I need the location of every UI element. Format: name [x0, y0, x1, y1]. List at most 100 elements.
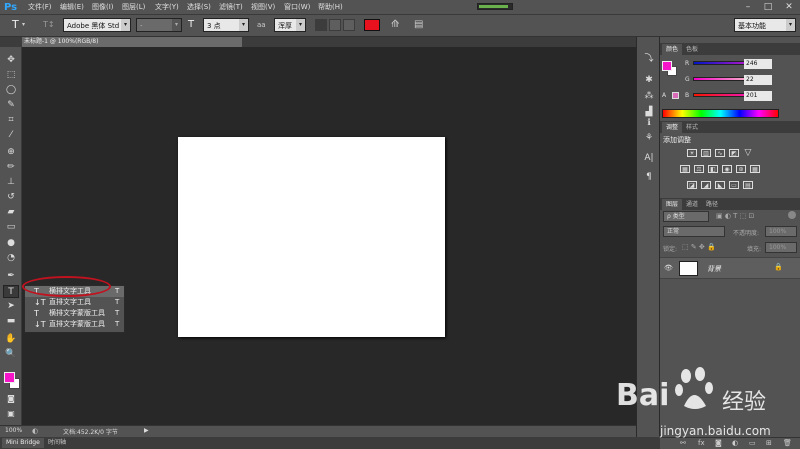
align-right-icon[interactable]	[343, 19, 355, 31]
tab-paths[interactable]: 路径	[702, 199, 722, 210]
align-left-icon[interactable]	[315, 19, 327, 31]
opacity-field[interactable]: 100%	[765, 226, 797, 237]
brush-presets-icon[interactable]: ⁂	[641, 90, 657, 103]
brush-tool-icon[interactable]: ✏	[3, 161, 19, 174]
tab-styles[interactable]: 样式	[682, 122, 702, 133]
menu-layer[interactable]: 图层(L)	[122, 0, 145, 15]
menu-image[interactable]: 图像(I)	[92, 0, 114, 15]
font-family-select[interactable]: Adobe 黑体 Std ▾	[63, 18, 131, 32]
text-color-swatch[interactable]	[364, 19, 380, 31]
tab-adjustments[interactable]: 调整	[662, 122, 683, 133]
selective-color-icon[interactable]: ▭	[729, 181, 739, 189]
blue-value-field[interactable]: 201	[744, 91, 772, 101]
gradient-tool-icon[interactable]: ▭	[3, 221, 19, 234]
hue-saturation-icon[interactable]: ▦	[680, 165, 690, 173]
brush-settings-icon[interactable]: ✱	[641, 74, 657, 87]
blend-mode-select[interactable]: 正常	[663, 226, 725, 237]
paragraph-icon[interactable]: ¶	[641, 171, 657, 184]
foreground-color-swatch[interactable]	[4, 372, 15, 383]
character-panel-icon[interactable]: ▤	[414, 18, 423, 32]
font-style-select[interactable]: - ▾	[136, 18, 182, 32]
tab-layers[interactable]: 图层	[662, 199, 683, 210]
chevron-down-icon[interactable]: ▾	[22, 18, 25, 32]
status-menu-arrow-icon[interactable]: ▶	[144, 427, 149, 434]
character-icon[interactable]: A|	[641, 152, 657, 165]
align-center-icon[interactable]	[329, 19, 341, 31]
type-tool-preset-icon[interactable]: T	[12, 18, 19, 32]
lasso-tool-icon[interactable]: ◯	[3, 84, 19, 97]
hand-tool-icon[interactable]: ✋	[3, 333, 19, 346]
lock-icons[interactable]: ⬚ ✎ ✥ 🔒	[682, 243, 716, 251]
minimize-icon[interactable]: –	[738, 0, 758, 15]
restore-icon[interactable]: □	[758, 0, 778, 15]
black-white-icon[interactable]: ◧	[708, 165, 718, 173]
tab-color[interactable]: 颜色	[662, 44, 683, 55]
flyout-item-vertical-type-mask[interactable]: ↓T 直排文字蒙版工具 T	[25, 319, 124, 330]
menu-type[interactable]: 文字(Y)	[155, 0, 179, 15]
exposure-icon[interactable]: ◩	[729, 149, 739, 157]
menu-edit[interactable]: 编辑(E)	[60, 0, 84, 15]
menu-select[interactable]: 选择(S)	[187, 0, 211, 15]
threshold-icon[interactable]: ◣	[715, 181, 725, 189]
red-value-field[interactable]: 246	[744, 59, 772, 69]
warp-text-icon[interactable]: ⟰	[391, 18, 399, 32]
flyout-item-vertical-type[interactable]: ↓T 直排文字工具 T	[25, 297, 124, 308]
menu-view[interactable]: 视图(V)	[251, 0, 275, 15]
zoom-level[interactable]: 100%	[5, 427, 22, 434]
history-icon[interactable]: ⤵	[641, 53, 657, 66]
menu-filter[interactable]: 滤镜(T)	[219, 0, 243, 15]
blur-tool-icon[interactable]: ●	[3, 237, 19, 250]
photo-filter-icon[interactable]: ◉	[722, 165, 732, 173]
screen-mode-icon[interactable]: ▣	[3, 407, 19, 420]
color-panel-foreground-swatch[interactable]	[662, 61, 672, 71]
clone-source-icon[interactable]: ⚘	[641, 132, 657, 145]
layer-filter-select[interactable]: ρ 类型	[663, 211, 709, 222]
vibrance-icon[interactable]: ▽	[743, 149, 753, 158]
levels-icon[interactable]: ▥	[701, 149, 711, 157]
document-canvas[interactable]	[178, 137, 445, 337]
quick-mask-icon[interactable]: ◙	[3, 392, 19, 405]
eraser-tool-icon[interactable]: ▰	[3, 206, 19, 219]
eyedropper-tool-icon[interactable]: ⁄	[3, 129, 19, 142]
gradient-map-icon[interactable]: ▤	[743, 181, 753, 189]
quick-select-tool-icon[interactable]: ✎	[3, 99, 19, 112]
visibility-eye-icon[interactable]: 👁	[664, 264, 673, 272]
green-value-field[interactable]: 22	[744, 75, 772, 85]
pen-tool-icon[interactable]: ✒	[3, 270, 19, 283]
info-icon[interactable]: ℹ	[641, 117, 657, 130]
text-orientation-icon[interactable]: T↕	[43, 18, 55, 32]
color-spectrum-ramp[interactable]	[662, 109, 779, 118]
tab-swatches[interactable]: 色板	[682, 44, 702, 55]
close-icon[interactable]: ✕	[779, 0, 799, 15]
path-selection-tool-icon[interactable]: ➤	[3, 300, 19, 313]
menu-help[interactable]: 帮助(H)	[318, 0, 343, 15]
antialias-select[interactable]: 浑厚 ▾	[274, 18, 306, 32]
tab-mini-bridge[interactable]: Mini Bridge	[2, 438, 44, 448]
layer-row-background[interactable]: 👁 背景 🔒	[660, 257, 800, 279]
fill-field[interactable]: 100%	[765, 242, 797, 253]
healing-brush-tool-icon[interactable]: ⊕	[3, 146, 19, 159]
brightness-contrast-icon[interactable]: ☀	[687, 149, 697, 157]
font-size-select[interactable]: 3 点 ▾	[203, 18, 249, 32]
channel-mixer-icon[interactable]: ⊛	[736, 165, 746, 173]
layer-filter-icons[interactable]: ▣ ◐ T ⬚ ⊡	[716, 212, 754, 220]
flyout-item-horizontal-type-mask[interactable]: T 横排文字蒙版工具 T	[25, 308, 124, 319]
menu-window[interactable]: 窗口(W)	[284, 0, 310, 15]
move-tool-icon[interactable]: ✥	[3, 54, 19, 67]
filter-toggle-icon[interactable]	[788, 211, 796, 219]
clone-stamp-tool-icon[interactable]: ⊥	[3, 176, 19, 189]
curves-icon[interactable]: ∿	[715, 149, 725, 157]
posterize-icon[interactable]: ◢	[701, 181, 711, 189]
color-balance-icon[interactable]: ⚖	[694, 165, 704, 173]
crop-tool-icon[interactable]: ⌗	[3, 114, 19, 127]
type-tool-icon[interactable]: T	[3, 285, 19, 298]
marquee-tool-icon[interactable]: ⬚	[3, 69, 19, 82]
menu-file[interactable]: 文件(F)	[28, 0, 52, 15]
dodge-tool-icon[interactable]: ◔	[3, 252, 19, 265]
zoom-tool-icon[interactable]: 🔍	[3, 348, 19, 361]
tab-timeline[interactable]: 时间轴	[44, 438, 70, 448]
document-tab[interactable]: 未标题-1 @ 100%(RGB/8)	[22, 37, 242, 47]
color-lookup-icon[interactable]: ▦	[750, 165, 760, 173]
tab-channels[interactable]: 通道	[682, 199, 702, 210]
workspace-select[interactable]: 基本功能 ▾	[734, 18, 796, 32]
